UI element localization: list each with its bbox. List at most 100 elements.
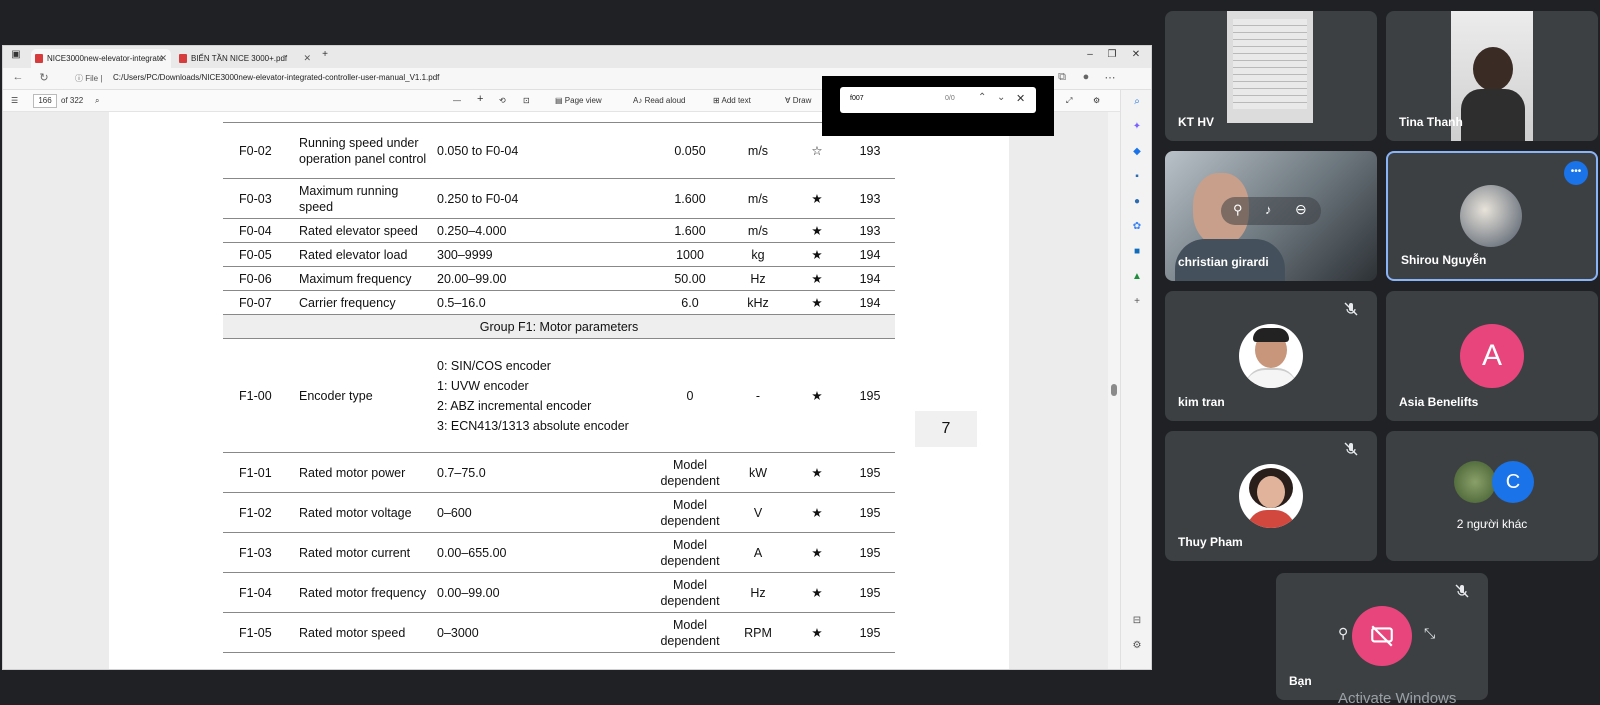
- rotate-icon[interactable]: ⟲: [499, 96, 506, 105]
- tile-thuy-pham[interactable]: Thuy Pham: [1165, 431, 1377, 561]
- tile-kt-hv[interactable]: KT HV: [1165, 11, 1377, 141]
- find-overlay: f007 0/0 ⌃ ⌄ ✕: [822, 76, 1054, 136]
- param-code: F0-04: [223, 218, 295, 243]
- param-code: F0-03: [223, 178, 295, 219]
- tile-tina-thanh[interactable]: Tina Thanh: [1386, 11, 1598, 141]
- tile-self[interactable]: ⚲ ⤡ Bạn: [1276, 573, 1488, 700]
- people-icon[interactable]: ●: [1131, 196, 1143, 208]
- participant-name: christian girardi: [1178, 255, 1269, 269]
- file-info[interactable]: ⓘ File |: [75, 73, 102, 84]
- copilot-icon[interactable]: ✦: [1131, 121, 1143, 133]
- expand-icon[interactable]: ⤢: [1066, 96, 1072, 106]
- url-field[interactable]: C:/Users/PC/Downloads/NICE3000new-elevat…: [113, 73, 439, 82]
- tab-label: BIẾN TẦN NICE 3000+.pdf: [191, 54, 288, 63]
- contents-icon[interactable]: ☰: [11, 96, 18, 105]
- mic-off-icon: [1344, 302, 1358, 316]
- param-property: ★: [789, 242, 845, 267]
- param-code: F1-02: [223, 492, 295, 533]
- close-tab-icon[interactable]: ✕: [303, 49, 311, 68]
- minimize-icon[interactable]: –: [1083, 49, 1097, 60]
- zoom-in-button[interactable]: +: [477, 93, 483, 105]
- search-icon[interactable]: ⌕: [95, 96, 99, 106]
- back-icon[interactable]: ←: [11, 71, 25, 83]
- find-query[interactable]: f007: [850, 95, 864, 102]
- param-page: 195: [845, 612, 895, 653]
- video-feed: [1227, 11, 1313, 123]
- zoom-out-button[interactable]: —: [453, 96, 461, 105]
- add-text-button[interactable]: ⊞ Add text: [713, 96, 751, 105]
- browser-window: ▣ NICE3000new-elevator-integrate ✕ BIẾN …: [2, 45, 1152, 670]
- participant-name: Thuy Pham: [1178, 535, 1243, 549]
- range-option: 0.5–16.0: [437, 295, 486, 310]
- param-range: 0–600: [433, 492, 653, 533]
- param-property: ★: [789, 572, 845, 613]
- tile-shirou-nguyen[interactable]: ••• Shirou Nguyễn: [1386, 151, 1598, 281]
- profile-icon[interactable]: ●: [1079, 71, 1093, 83]
- search-icon[interactable]: ⌕: [1131, 96, 1143, 108]
- add-icon[interactable]: +: [1131, 296, 1143, 308]
- close-find-icon[interactable]: ✕: [1016, 92, 1025, 105]
- avatar: [1460, 185, 1522, 247]
- more-options-button[interactable]: •••: [1564, 161, 1588, 185]
- tile-kim-tran[interactable]: kim tran: [1165, 291, 1377, 421]
- close-tab-icon[interactable]: ✕: [159, 49, 167, 68]
- edge-sidebar: ⌕ ✦ ◆ ▪ ● ✿ ■ ▲ + ⊟ ⚙: [1120, 90, 1151, 669]
- param-page: 195: [845, 452, 895, 493]
- tab-manual[interactable]: NICE3000new-elevator-integrate ✕: [31, 49, 171, 68]
- remove-icon[interactable]: ⊖: [1295, 201, 1307, 218]
- stop-presenting-button[interactable]: [1352, 606, 1412, 666]
- param-name: Rated elevator speed: [295, 218, 433, 243]
- outlook-icon[interactable]: ■: [1131, 246, 1143, 258]
- tile-other-participants[interactable]: C 2 người khác: [1386, 431, 1598, 561]
- param-name: Carrier frequency: [295, 290, 433, 315]
- pin-icon[interactable]: ⚲: [1338, 625, 1348, 642]
- participant-name: KT HV: [1178, 115, 1214, 129]
- range-option: 3: ECN413/1313 absolute encoder: [437, 418, 629, 433]
- draw-button[interactable]: ∀ Draw: [785, 96, 811, 105]
- close-window-icon[interactable]: ✕: [1129, 49, 1143, 60]
- find-input[interactable]: f007 0/0 ⌃ ⌄ ✕: [840, 87, 1036, 113]
- param-default: Model dependent: [653, 532, 727, 573]
- param-range: 0.00–655.00: [433, 532, 653, 573]
- previous-match-icon[interactable]: ⌃: [978, 92, 986, 103]
- param-page: 195: [845, 532, 895, 573]
- param-unit: kHz: [727, 290, 789, 315]
- scroll-thumb[interactable]: [1111, 384, 1117, 396]
- param-property: ★: [789, 338, 845, 453]
- mic-icon[interactable]: ♪: [1265, 202, 1272, 217]
- toolbox-icon[interactable]: ▪: [1131, 171, 1143, 183]
- page-number-input[interactable]: 166: [33, 94, 57, 108]
- param-name: Rated motor speed: [295, 612, 433, 653]
- range-option: 2: ABZ incremental encoder: [437, 398, 592, 413]
- layout-icon[interactable]: ⊟: [1131, 615, 1143, 627]
- new-tab-icon[interactable]: +: [318, 49, 332, 60]
- param-property: ★: [789, 492, 845, 533]
- tab-actions-icon[interactable]: ▣: [9, 49, 23, 60]
- param-page: 195: [845, 572, 895, 613]
- more-icon[interactable]: ⋯: [1103, 71, 1117, 84]
- param-range: 0.7–75.0: [433, 452, 653, 493]
- tag-icon[interactable]: ◆: [1131, 146, 1143, 158]
- tab-bien-tan[interactable]: BIẾN TẦN NICE 3000+.pdf ✕: [175, 49, 315, 68]
- param-unit: m/s: [727, 218, 789, 243]
- param-code: F1-05: [223, 612, 295, 653]
- refresh-icon[interactable]: ↻: [37, 71, 51, 84]
- param-code: F1-00: [223, 338, 295, 453]
- games-icon[interactable]: ✿: [1131, 221, 1143, 233]
- next-match-icon[interactable]: ⌄: [997, 92, 1005, 103]
- tile-asia-benelifts[interactable]: A Asia Benelifts: [1386, 291, 1598, 421]
- sidebar-settings-icon[interactable]: ⚙: [1131, 640, 1143, 652]
- restore-icon[interactable]: ❐: [1105, 49, 1119, 60]
- collections-icon[interactable]: ⧉: [1055, 71, 1069, 84]
- vertical-scrollbar[interactable]: [1108, 112, 1120, 669]
- settings-icon[interactable]: ⚙: [1093, 96, 1100, 105]
- tile-christian-girardi[interactable]: ⚲ ♪ ⊖ christian girardi: [1165, 151, 1377, 281]
- page-view-button[interactable]: ▤ Page view: [555, 96, 602, 105]
- fit-page-icon[interactable]: ⊡: [523, 96, 530, 105]
- pin-icon[interactable]: ⚲: [1233, 202, 1243, 218]
- read-aloud-button[interactable]: A♪ Read aloud: [633, 96, 685, 105]
- param-default: Model dependent: [653, 612, 727, 653]
- table-row: F0-06 Maximum frequency 20.00–99.00 50.00 Hz…: [223, 266, 895, 291]
- minimize-tile-icon[interactable]: ⤡: [1424, 625, 1435, 642]
- tree-icon[interactable]: ▲: [1131, 271, 1143, 283]
